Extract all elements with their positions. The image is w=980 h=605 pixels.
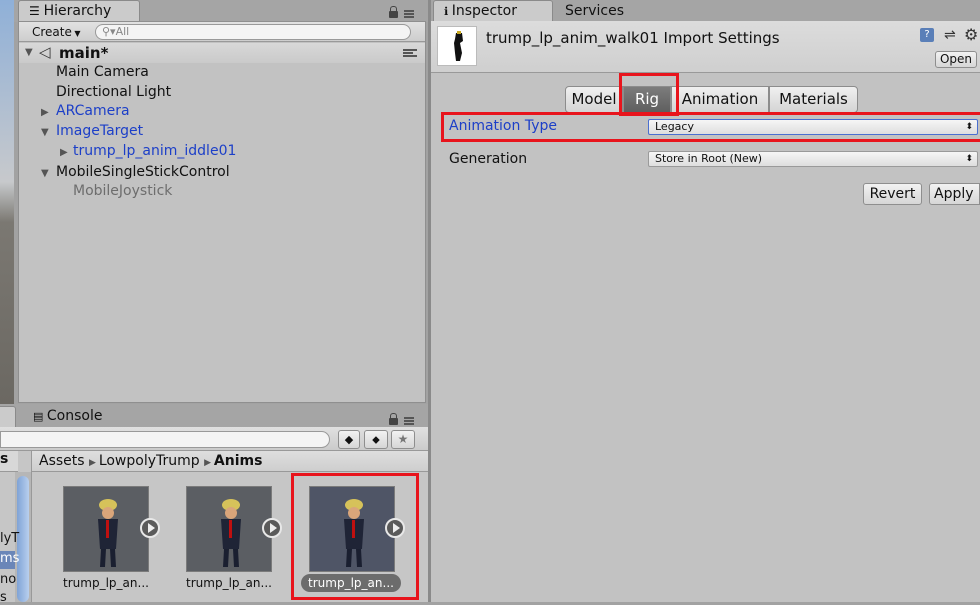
gear-icon[interactable]: ⚙: [964, 25, 978, 44]
play-icon[interactable]: [140, 518, 160, 538]
hierarchy-item-trump-anim[interactable]: trump_lp_anim_iddle01: [73, 143, 236, 159]
lock-icon[interactable]: [389, 413, 398, 425]
breadcrumb: Assets ▶ LowpolyTrump ▶ Anims: [32, 451, 428, 472]
folders-header: s: [0, 451, 18, 472]
breadcrumb-lowpolytrump[interactable]: LowpolyTrump: [99, 453, 200, 469]
inspector-title: trump_lp_anim_walk01 Import Settings: [486, 29, 780, 47]
folder-fragment[interactable]: no: [0, 572, 16, 587]
folder-fragment-selected[interactable]: ms: [0, 551, 19, 569]
tab-project[interactable]: [0, 406, 16, 427]
tab-hierarchy[interactable]: ☰ Hierarchy: [18, 0, 140, 21]
lock-icon[interactable]: [389, 6, 398, 18]
panel-menu-icon[interactable]: [404, 417, 414, 425]
search-input[interactable]: ⚲▾All: [95, 24, 411, 40]
asset-thumbnail-1[interactable]: [63, 486, 149, 572]
scene-menu-icon[interactable]: [403, 49, 417, 57]
help-icon[interactable]: ?: [920, 28, 934, 42]
favorites-star-button[interactable]: ★: [391, 430, 415, 449]
create-dropdown[interactable]: Create ▼: [25, 24, 101, 40]
tab-materials[interactable]: Materials: [769, 86, 858, 113]
trump-model-icon: [98, 499, 118, 567]
filter-by-label-button[interactable]: ⬥: [364, 430, 388, 449]
hierarchy-item-arcamera[interactable]: ARCamera: [56, 103, 130, 119]
asset-preview-icon: [437, 26, 477, 66]
scene-row[interactable]: ▼ ◁ main*: [19, 43, 425, 63]
hierarchy-item-imagetarget[interactable]: ImageTarget: [56, 123, 143, 139]
tab-inspector[interactable]: ℹ Inspector: [433, 0, 553, 21]
project-search-input[interactable]: [0, 431, 330, 448]
folder-fragment[interactable]: s: [0, 590, 7, 605]
tab-console[interactable]: ▤ Console: [22, 405, 112, 426]
hierarchy-item-mobile-joystick[interactable]: MobileJoystick: [73, 183, 172, 199]
search-icon: ⚲▾: [102, 25, 116, 38]
open-button[interactable]: Open: [935, 51, 977, 68]
expand-arrow-icon[interactable]: ▼: [41, 127, 49, 138]
info-icon: ℹ: [444, 5, 452, 18]
asset-label[interactable]: trump_lp_an...: [58, 576, 154, 590]
dropdown-arrows-icon: ⬍: [965, 154, 973, 164]
filter-by-type-button[interactable]: ◆: [338, 430, 360, 449]
tab-rig[interactable]: Rig: [623, 86, 671, 113]
hierarchy-item-directional-light[interactable]: Directional Light: [56, 84, 171, 100]
asset-label[interactable]: trump_lp_an...: [181, 576, 277, 590]
unity-scene-icon: ◁: [39, 43, 51, 61]
generation-label: Generation: [449, 151, 528, 167]
animation-type-dropdown[interactable]: Legacy ⬍: [648, 119, 978, 135]
tab-services[interactable]: Services: [554, 0, 634, 21]
apply-button[interactable]: Apply: [929, 183, 980, 205]
animation-type-label: Animation Type: [449, 118, 557, 134]
trump-model-icon: [221, 499, 241, 567]
expand-arrow-icon[interactable]: ▶: [60, 147, 68, 158]
preset-icon[interactable]: ⇌: [944, 27, 956, 43]
generation-dropdown[interactable]: Store in Root (New) ⬍: [648, 151, 978, 167]
folder-fragment[interactable]: lyT: [0, 531, 19, 546]
hierarchy-item-main-camera[interactable]: Main Camera: [56, 64, 149, 80]
asset-label-selected[interactable]: trump_lp_an...: [301, 574, 401, 592]
trump-silhouette-icon: [454, 31, 463, 61]
breadcrumb-separator-icon: ▶: [89, 458, 99, 468]
breadcrumb-anims[interactable]: Anims: [214, 453, 263, 469]
play-icon[interactable]: [262, 518, 282, 538]
asset-thumbnail-2[interactable]: [186, 486, 272, 572]
tab-model[interactable]: Model: [565, 86, 623, 113]
dropdown-arrows-icon: ⬍: [965, 122, 973, 132]
trump-model-icon: [344, 499, 364, 567]
play-icon[interactable]: [385, 518, 405, 538]
expand-arrow-icon[interactable]: ▼: [25, 47, 33, 58]
asset-thumbnail-3-selected[interactable]: [309, 486, 395, 572]
scene-view-edge: [0, 0, 14, 404]
breadcrumb-assets[interactable]: Assets: [39, 453, 85, 469]
expand-arrow-icon[interactable]: ▶: [41, 107, 49, 118]
console-icon: ▤: [33, 410, 47, 423]
expand-arrow-icon[interactable]: ▼: [41, 168, 49, 179]
tab-animation[interactable]: Animation: [671, 86, 769, 113]
panel-menu-icon[interactable]: [404, 10, 414, 18]
scene-name: main*: [59, 44, 109, 62]
chevron-down-icon: ▼: [71, 29, 81, 38]
breadcrumb-separator-icon: ▶: [204, 458, 214, 468]
revert-button[interactable]: Revert: [863, 183, 922, 205]
hierarchy-item-mobile-control[interactable]: MobileSingleStickControl: [56, 164, 230, 180]
hierarchy-tab-icon: ☰: [29, 4, 44, 18]
